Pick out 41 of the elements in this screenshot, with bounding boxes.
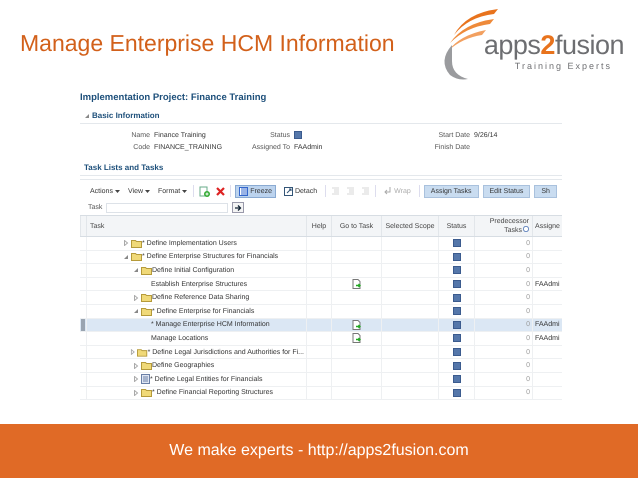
caret-icon: [114, 190, 120, 192]
logo-tagline: Training Experts: [514, 60, 612, 70]
wrap-icon: [384, 187, 392, 195]
lines-icon: [346, 186, 356, 196]
expand-triangle-icon[interactable]: [130, 349, 136, 356]
document-arrow-icon[interactable]: [352, 279, 362, 290]
collapse-triangle-icon[interactable]: [133, 267, 139, 274]
go-button[interactable]: [232, 202, 244, 213]
arrow-icon: [234, 204, 242, 210]
expand-triangle-icon[interactable]: [133, 294, 139, 301]
expand-triangle-icon[interactable]: [133, 362, 139, 369]
lines-icon: [361, 186, 370, 196]
status-icon: [294, 131, 302, 139]
expand-triangle-icon[interactable]: [133, 376, 139, 382]
logo-digit: 2: [540, 30, 555, 60]
delete-icon: [216, 186, 226, 196]
section-title: Task Lists and Tasks: [84, 163, 164, 172]
section-title: Basic Information: [92, 111, 160, 120]
expand-triangle-icon[interactable]: [133, 390, 139, 396]
document-arrow-icon[interactable]: [352, 333, 362, 344]
logo-text: fusion: [554, 30, 624, 60]
list-icon: [141, 374, 150, 384]
add-icon: [199, 186, 210, 196]
caret-icon: [182, 190, 188, 192]
expand-triangle-icon[interactable]: [123, 240, 129, 246]
caret-icon: [145, 190, 150, 192]
document-arrow-icon[interactable]: [352, 320, 362, 330]
collapse-triangle-icon[interactable]: [84, 112, 90, 118]
filter-input[interactable]: [106, 202, 228, 212]
collapse-triangle-icon[interactable]: [123, 254, 129, 260]
page-title: Implementation Project: Finance Training: [80, 91, 268, 105]
collapse-triangle-icon[interactable]: [133, 308, 139, 314]
add-icon[interactable]: [198, 186, 212, 196]
logo-text: apps: [484, 30, 540, 60]
delete-icon[interactable]: [215, 186, 226, 196]
lines-icon: [331, 186, 340, 196]
columns-icon: [239, 186, 248, 196]
footer-text: We make experts - http://apps2fusion.com: [169, 442, 469, 460]
help-icon: [523, 226, 529, 232]
window-icon: [284, 186, 293, 196]
slide-title: Manage Enterprise HCM Information: [20, 30, 395, 56]
